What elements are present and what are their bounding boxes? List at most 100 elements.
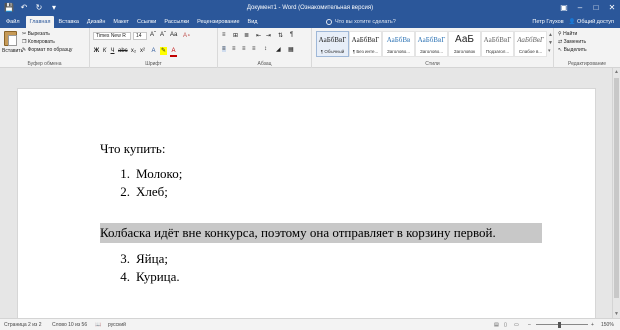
vertical-scrollbar[interactable]: ▲ ▼ bbox=[612, 68, 620, 318]
superscript-icon[interactable]: x² bbox=[139, 47, 146, 55]
font-color-icon[interactable]: A bbox=[170, 47, 177, 57]
ribbon-home: Вставить ✂ Вырезать ❐ Копировать ✎ Форма… bbox=[0, 28, 620, 68]
list-item[interactable]: Хлеб; bbox=[136, 184, 168, 200]
font-size-combo[interactable]: 14 bbox=[133, 32, 147, 40]
zoom-level[interactable]: 150% bbox=[601, 319, 614, 330]
show-marks-icon[interactable]: ¶ bbox=[290, 32, 293, 38]
list-item[interactable]: Яйца; bbox=[136, 251, 168, 267]
styles-more-icon[interactable]: ▾ bbox=[548, 48, 551, 54]
style-name: ¶ Без инте... bbox=[352, 49, 379, 54]
change-case-icon[interactable]: Aa bbox=[170, 32, 177, 38]
close-icon[interactable]: ✕ bbox=[604, 0, 620, 16]
zoom-slider-handle[interactable] bbox=[558, 322, 561, 328]
document-heading[interactable]: Что купить: bbox=[100, 141, 165, 157]
tab-references[interactable]: Ссылки bbox=[133, 16, 160, 28]
paste-button[interactable]: Вставить bbox=[2, 48, 23, 54]
tab-review[interactable]: Рецензирование bbox=[193, 16, 243, 28]
strikethrough-icon[interactable]: abc bbox=[118, 47, 128, 55]
tab-mailings[interactable]: Рассылки bbox=[160, 16, 193, 28]
styles-scroll-up-icon[interactable]: ▲ bbox=[548, 32, 553, 38]
scroll-down-icon[interactable]: ▼ bbox=[613, 310, 620, 318]
share-button[interactable]: 👤 Общий доступ bbox=[569, 19, 614, 25]
sort-icon[interactable]: ⇅ bbox=[278, 32, 283, 39]
style-subtitle[interactable]: АаБбВвГ Подзагол... bbox=[481, 31, 514, 57]
zoom-in-icon[interactable]: + bbox=[591, 319, 594, 330]
tab-view[interactable]: Вид bbox=[244, 16, 262, 28]
multilevel-list-icon[interactable]: ≣ bbox=[244, 32, 249, 39]
proofing-icon[interactable]: 📖 bbox=[95, 319, 101, 330]
font-name-combo[interactable]: Times New R bbox=[93, 32, 131, 40]
copy-button[interactable]: ❐ Копировать bbox=[22, 39, 55, 45]
justify-icon[interactable]: ≡ bbox=[252, 46, 256, 52]
align-right-icon[interactable]: ≡ bbox=[242, 46, 246, 52]
increase-indent-icon[interactable]: ⇥ bbox=[266, 32, 271, 39]
save-icon[interactable]: 💾 bbox=[4, 3, 14, 13]
italic-icon[interactable]: К bbox=[101, 47, 108, 55]
format-painter-button[interactable]: ✎ Формат по образцу bbox=[22, 47, 72, 53]
ribbon-display-icon[interactable]: ▣ bbox=[556, 0, 572, 16]
lightbulb-icon bbox=[326, 19, 332, 25]
tab-home[interactable]: Главная bbox=[25, 16, 55, 28]
page-count[interactable]: Страница 2 из 2 bbox=[4, 319, 41, 330]
find-button[interactable]: ⚲ Найти bbox=[558, 31, 577, 37]
style-subtle-emphasis[interactable]: АаБбВвГ Слабое в... bbox=[514, 31, 547, 57]
bold-icon[interactable]: Ж bbox=[93, 47, 100, 55]
grow-font-icon[interactable]: Aˆ bbox=[150, 32, 156, 38]
replace-button[interactable]: ⇄ Заменить bbox=[558, 39, 586, 45]
line-spacing-icon[interactable]: ↕ bbox=[264, 46, 267, 52]
style-heading-2[interactable]: АаБбВвГ Заголово... bbox=[415, 31, 448, 57]
paragraph-group-label: Абзац bbox=[257, 61, 272, 67]
zoom-out-icon[interactable]: – bbox=[528, 319, 531, 330]
style-no-spacing[interactable]: АаБбВвГ ¶ Без инте... bbox=[349, 31, 382, 57]
zoom-slider[interactable] bbox=[536, 324, 588, 325]
scroll-up-icon[interactable]: ▲ bbox=[613, 68, 620, 76]
cut-button[interactable]: ✂ Вырезать bbox=[22, 31, 50, 37]
user-name[interactable]: Петр Глухов bbox=[532, 19, 563, 25]
select-button[interactable]: ↖ Выделить bbox=[558, 47, 587, 53]
undo-icon[interactable]: ↶ bbox=[19, 3, 29, 13]
clear-formatting-icon[interactable]: A⋆ bbox=[183, 32, 191, 39]
highlight-color-icon[interactable]: ✎ bbox=[160, 47, 167, 55]
search-icon: ⚲ bbox=[558, 31, 562, 37]
underline-icon[interactable]: Ч bbox=[109, 47, 116, 55]
list-number: 4. bbox=[120, 269, 130, 284]
status-bar: Страница 2 из 2 Слово 10 из 56 📖 русский… bbox=[0, 318, 620, 330]
subscript-icon[interactable]: x₂ bbox=[130, 47, 137, 55]
tab-layout[interactable]: Макет bbox=[109, 16, 133, 28]
redo-icon[interactable]: ↻ bbox=[34, 3, 44, 13]
read-mode-icon[interactable]: ▤ bbox=[494, 319, 499, 330]
tab-design[interactable]: Дизайн bbox=[83, 16, 110, 28]
style-normal[interactable]: АаБбВвГ ¶ Обычный bbox=[316, 31, 349, 57]
borders-icon[interactable]: ▦ bbox=[288, 46, 294, 53]
tab-file[interactable]: Файл bbox=[0, 16, 26, 28]
maximize-icon[interactable]: □ bbox=[588, 0, 604, 16]
print-layout-icon[interactable]: ▯ bbox=[504, 319, 507, 330]
align-left-icon[interactable]: ≡ bbox=[222, 46, 226, 52]
shading-icon[interactable]: ◢ bbox=[276, 46, 281, 53]
language-indicator[interactable]: русский bbox=[108, 319, 126, 330]
document-page[interactable]: Что купить: 1. Молоко; 2. Хлеб; Колбаска… bbox=[17, 88, 596, 318]
list-item[interactable]: Молоко; bbox=[136, 166, 182, 182]
tab-insert[interactable]: Вставка bbox=[54, 16, 82, 28]
numbering-icon[interactable]: ⊞ bbox=[233, 32, 238, 39]
scroll-thumb[interactable] bbox=[614, 78, 619, 298]
text-effects-icon[interactable]: A bbox=[150, 47, 157, 55]
web-layout-icon[interactable]: ▭ bbox=[514, 319, 519, 330]
highlighted-paragraph[interactable]: Колбаска идёт вне конкурса, поэтому она … bbox=[100, 225, 496, 241]
bullets-icon[interactable]: ≡ bbox=[222, 32, 226, 38]
style-heading-1[interactable]: АаБбВв Заголово... bbox=[382, 31, 415, 57]
style-title[interactable]: АаБ Заголовок bbox=[448, 31, 481, 57]
paste-icon[interactable] bbox=[4, 31, 17, 46]
minimize-icon[interactable]: – bbox=[572, 0, 588, 16]
align-center-icon[interactable]: ≡ bbox=[232, 46, 236, 52]
style-name: Заголовок bbox=[453, 49, 476, 54]
styles-scroll-down-icon[interactable]: ▼ bbox=[548, 40, 553, 46]
style-sample: АаБбВвГ bbox=[351, 36, 380, 44]
decrease-indent-icon[interactable]: ⇤ bbox=[256, 32, 261, 39]
shrink-font-icon[interactable]: Aˇ bbox=[160, 32, 166, 38]
list-item[interactable]: Курица. bbox=[136, 269, 180, 285]
brush-icon: ✎ bbox=[22, 47, 27, 53]
tell-me-box[interactable]: Что вы хотите сделать? bbox=[326, 17, 396, 27]
customize-icon[interactable]: ▾ bbox=[49, 3, 59, 13]
word-count[interactable]: Слово 10 из 56 bbox=[52, 319, 87, 330]
